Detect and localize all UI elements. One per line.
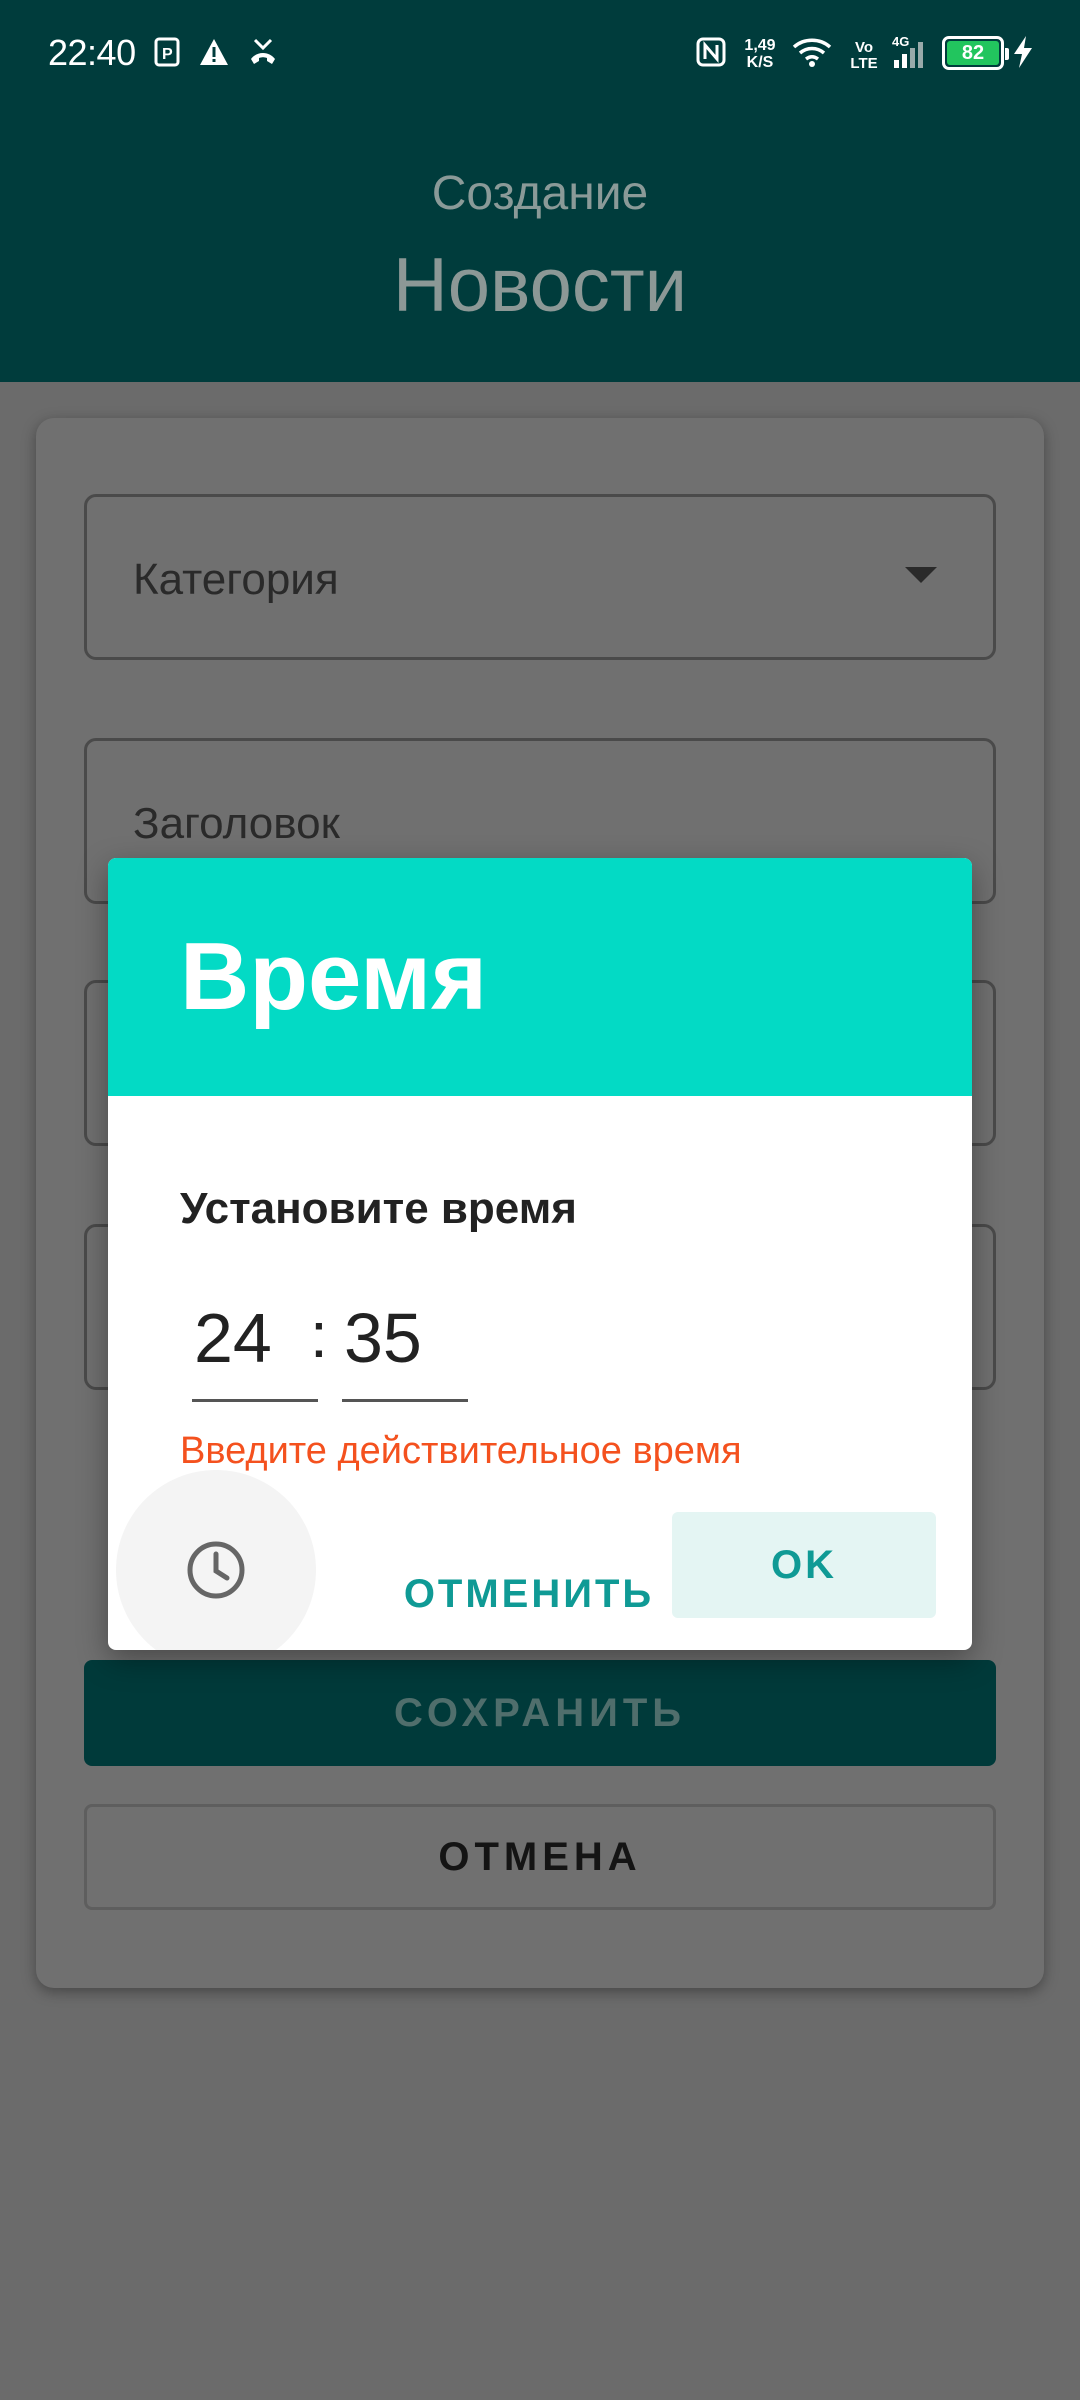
status-time: 22:40 xyxy=(48,32,136,73)
volte-bottom: LTE xyxy=(850,55,878,72)
header-title: Новости xyxy=(392,243,688,328)
dialog-subtitle: Установите время xyxy=(180,1184,577,1233)
error-message: Введите действительное время xyxy=(180,1430,742,1472)
clock-icon xyxy=(187,1541,245,1599)
dialog-ok-button[interactable]: OK xyxy=(672,1512,936,1618)
minute-input[interactable]: 35 xyxy=(342,1298,468,1402)
missed-call-icon xyxy=(246,32,280,72)
volte-indicator: Vo LTE xyxy=(846,36,882,76)
network-type-label: 4G xyxy=(892,34,909,49)
signal-icon: 4G xyxy=(892,32,936,72)
nfc-icon xyxy=(692,32,730,72)
category-dropdown[interactable]: Категория xyxy=(84,494,996,660)
parking-icon: P xyxy=(152,32,182,72)
category-label: Категория xyxy=(133,555,339,604)
wifi-icon xyxy=(790,32,834,72)
app-header: 22:40 P 1,49 K/S Vo LTE 4G 82 Создание Н… xyxy=(0,0,1080,382)
cancel-button[interactable]: ОТМЕНА xyxy=(84,1804,996,1910)
net-speed-unit: K/S xyxy=(746,54,774,71)
svg-text:P: P xyxy=(162,46,173,63)
net-speed-value: 1,49 xyxy=(744,37,776,54)
status-bar: 22:40 P 1,49 K/S Vo LTE 4G 82 xyxy=(0,0,1080,110)
title-label: Заголовок xyxy=(133,799,340,848)
dialog-title: Время xyxy=(180,923,488,1030)
dropdown-arrow-icon xyxy=(905,567,937,583)
clock-mode-button[interactable] xyxy=(116,1470,316,1650)
battery-icon: 82 xyxy=(942,36,1009,70)
alert-icon xyxy=(196,32,232,72)
battery-level: 82 xyxy=(947,41,999,65)
charging-icon xyxy=(1008,32,1038,72)
header-subtitle: Создание xyxy=(431,167,649,220)
hour-input[interactable]: 24 xyxy=(192,1298,318,1402)
dialog-header: Время xyxy=(108,858,972,1096)
time-separator: : xyxy=(310,1299,328,1371)
save-button[interactable]: СОХРАНИТЬ xyxy=(84,1660,996,1766)
dialog-cancel-button[interactable]: ОТМЕНИТЬ xyxy=(394,1542,664,1646)
volte-top: Vo xyxy=(854,39,874,56)
time-picker-dialog: Время Установите время 24 : 35 Введите д… xyxy=(108,858,972,1650)
net-speed: 1,49 K/S xyxy=(738,34,782,74)
